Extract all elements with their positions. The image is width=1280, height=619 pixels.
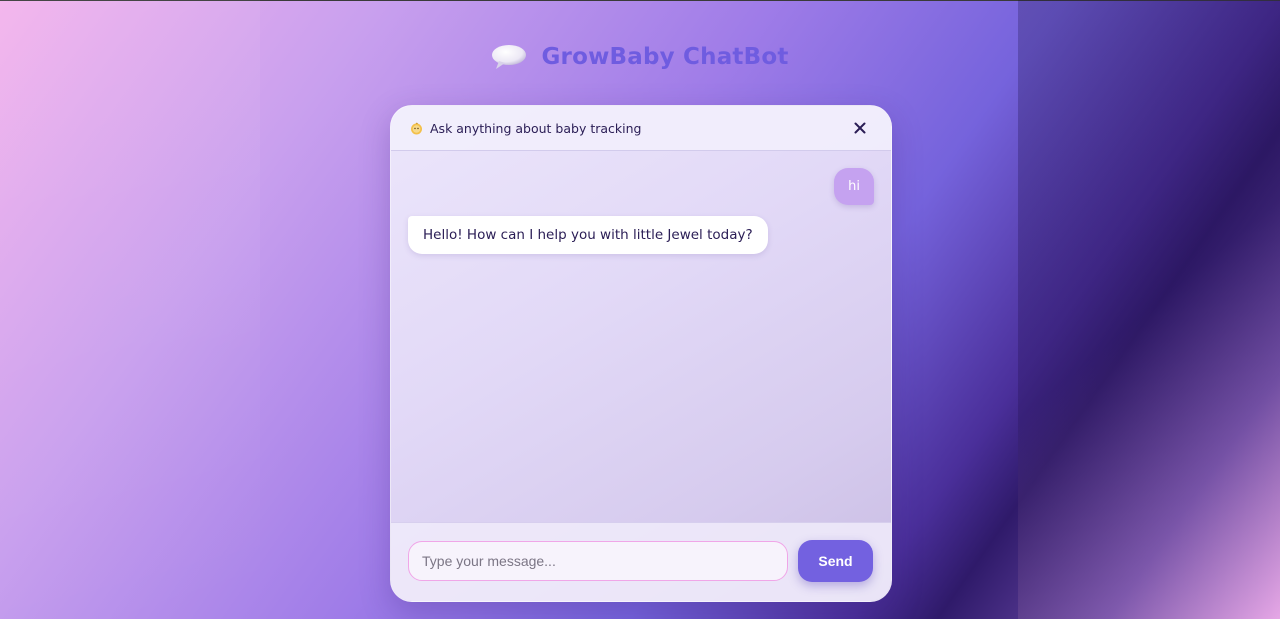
chat-window: Ask anything about baby tracking hi Hell… (390, 105, 892, 602)
close-button[interactable] (851, 119, 869, 137)
background-panel-left (0, 0, 260, 619)
input-bar: Send (391, 522, 891, 601)
send-button[interactable]: Send (798, 540, 873, 582)
chat-header-title: Ask anything about baby tracking (430, 120, 642, 136)
speech-bubble-icon (491, 44, 527, 70)
app-header: GrowBaby ChatBot (0, 44, 1280, 70)
bot-message: Hello! How can I help you with little Je… (408, 216, 768, 254)
chat-header: Ask anything about baby tracking (391, 106, 891, 151)
user-message: hi (834, 168, 874, 205)
app-title: GrowBaby ChatBot (541, 44, 789, 70)
background-panel-right (1018, 0, 1280, 619)
message-input[interactable] (408, 541, 788, 581)
close-icon (854, 122, 866, 134)
baby-icon (410, 122, 423, 135)
message-list: hi Hello! How can I help you with little… (391, 151, 891, 522)
